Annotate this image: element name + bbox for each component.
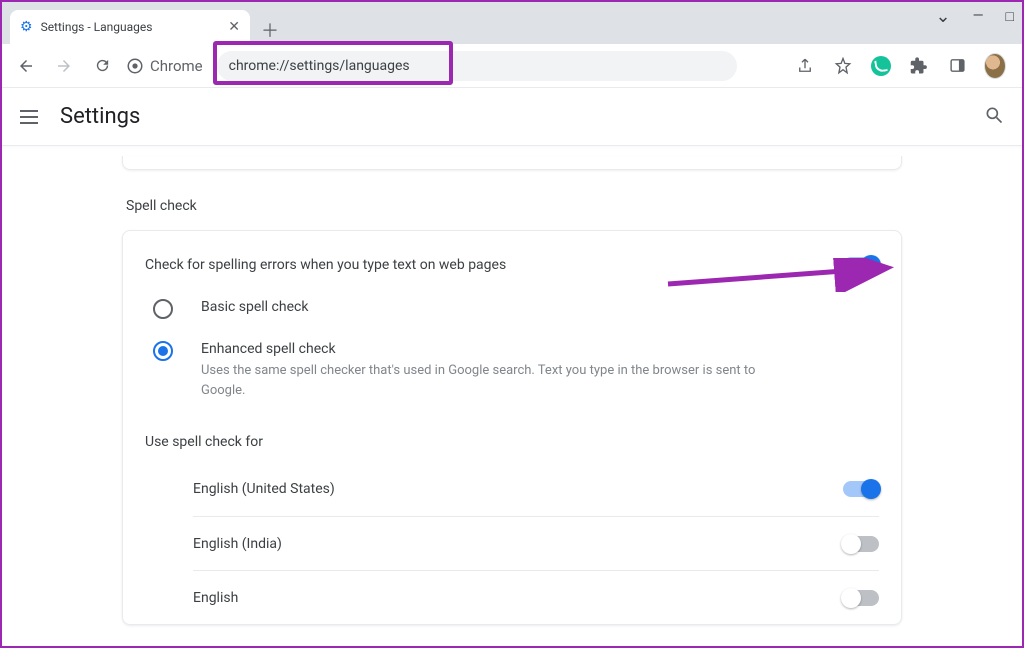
- enhanced-spellcheck-option[interactable]: Enhanced spell check Uses the same spell…: [145, 333, 879, 414]
- grammarly-extension-icon[interactable]: [870, 55, 892, 77]
- minimize-icon[interactable]: —: [973, 8, 984, 29]
- url-text: chrome://settings/languages: [229, 58, 410, 74]
- maximize-icon[interactable]: □: [1006, 8, 1014, 29]
- spellcheck-master-row: Check for spelling errors when you type …: [145, 251, 879, 291]
- lang-toggle-en-in[interactable]: [843, 536, 879, 552]
- tab-strip: ⚙ Settings - Languages ✕ ＋ ⌄ — □: [2, 2, 1022, 44]
- chevron-down-icon[interactable]: ⌄: [936, 6, 951, 27]
- back-button[interactable]: [12, 52, 40, 80]
- chrome-label: Chrome: [150, 57, 203, 75]
- side-panel-icon[interactable]: [946, 55, 968, 77]
- language-list: English (United States) English (India) …: [145, 462, 879, 624]
- radio-basic[interactable]: [153, 299, 173, 319]
- share-icon[interactable]: [794, 55, 816, 77]
- radio-enhanced[interactable]: [153, 341, 173, 361]
- extensions-icon[interactable]: [908, 55, 930, 77]
- enhanced-desc: Uses the same spell checker that's used …: [201, 361, 761, 400]
- lang-toggle-en[interactable]: [843, 590, 879, 606]
- search-settings-icon[interactable]: [984, 105, 1004, 129]
- profile-avatar[interactable]: [984, 55, 1006, 77]
- spellcheck-toggle-label: Check for spelling errors when you type …: [145, 257, 506, 273]
- page-title: Settings: [60, 104, 140, 129]
- address-bar[interactable]: chrome://settings/languages: [217, 51, 737, 81]
- settings-content: Spell check Check for spelling errors wh…: [2, 146, 1022, 625]
- section-label: Spell check: [122, 198, 902, 214]
- close-tab-icon[interactable]: ✕: [228, 19, 240, 35]
- window-controls: ⌄ — □: [936, 8, 1015, 29]
- lang-row-en: English: [193, 570, 879, 624]
- bookmark-icon[interactable]: [832, 55, 854, 77]
- lang-name: English: [193, 590, 238, 606]
- previous-card-edge: [122, 156, 902, 170]
- tab-title: Settings - Languages: [41, 20, 153, 34]
- new-tab-button[interactable]: ＋: [256, 16, 284, 44]
- browser-tab[interactable]: ⚙ Settings - Languages ✕: [10, 10, 250, 44]
- chrome-icon: [126, 57, 144, 75]
- enhanced-label: Enhanced spell check: [201, 341, 761, 357]
- lang-toggle-en-us[interactable]: [843, 481, 879, 497]
- lang-name: English (United States): [193, 481, 335, 497]
- browser-toolbar: Chrome chrome://settings/languages: [2, 44, 1022, 88]
- settings-favicon-icon: ⚙: [20, 19, 33, 35]
- basic-spellcheck-option[interactable]: Basic spell check: [145, 291, 879, 333]
- menu-button[interactable]: [20, 110, 38, 124]
- lang-name: English (India): [193, 536, 282, 552]
- lang-row-en-in: English (India): [193, 516, 879, 570]
- use-for-label: Use spell check for: [145, 414, 879, 462]
- basic-label: Basic spell check: [201, 299, 308, 315]
- reload-button[interactable]: [88, 52, 116, 80]
- settings-header: Settings: [2, 88, 1022, 146]
- site-info[interactable]: Chrome: [126, 57, 203, 75]
- spellcheck-card: Check for spelling errors when you type …: [122, 230, 902, 625]
- forward-button[interactable]: [50, 52, 78, 80]
- lang-row-en-us: English (United States): [193, 462, 879, 516]
- spellcheck-master-toggle[interactable]: [843, 257, 879, 273]
